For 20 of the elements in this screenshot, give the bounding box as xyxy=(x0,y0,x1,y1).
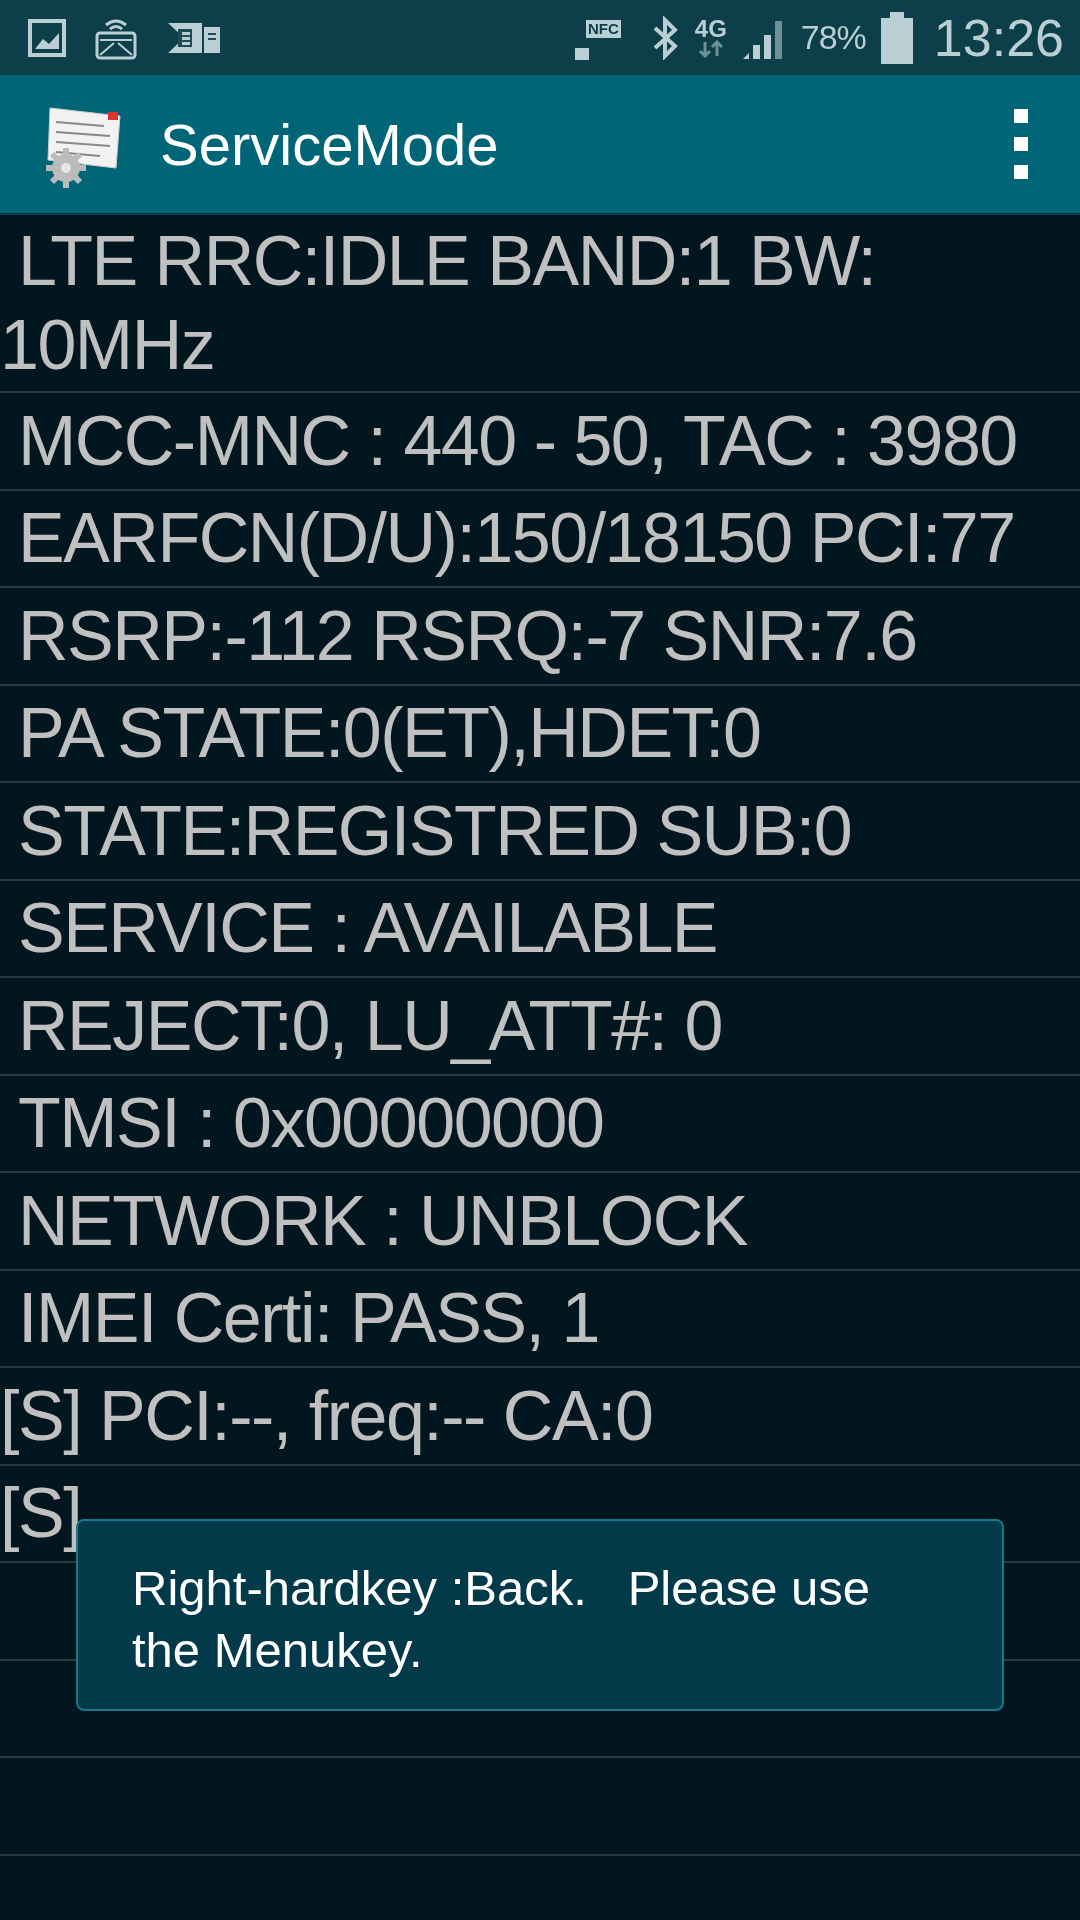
battery-percent: 78% xyxy=(800,18,866,57)
clock: 13:26 xyxy=(933,7,1064,68)
info-line: STATE:REGISTRED SUB:0 xyxy=(16,790,852,872)
picture-icon xyxy=(28,18,66,57)
info-line: IMEI Certi: PASS, 1 xyxy=(16,1278,599,1360)
info-line: RSRP:-112 RSRQ:-7 SNR:7.6 xyxy=(16,595,917,677)
menu-icon xyxy=(1014,109,1028,179)
info-line: TMSI : 0x00000000 xyxy=(16,1083,604,1165)
info-line: MCC-MNC : 440 - 50, TAC : 3980 xyxy=(16,400,1017,482)
info-line: EARFCN(D/U):150/18150 PCI:77 xyxy=(16,498,1015,580)
info-line: PA STATE:0(ET),HDET:0 xyxy=(16,693,761,775)
battery-icon xyxy=(879,11,914,64)
network-type: 4G xyxy=(694,17,727,40)
data-arrows-icon xyxy=(696,39,725,58)
app-title: ServiceMode xyxy=(160,110,500,178)
info-line: NETWORK : UNBLOCK xyxy=(16,1180,747,1262)
info-line: [S] PCI:--, freq:-- CA:0 xyxy=(0,1375,653,1457)
info-line: LTE RRC:IDLE BAND:1 BW: 10MHz xyxy=(0,221,877,386)
info-line: REJECT:0, LU_ATT#: 0 xyxy=(16,985,722,1067)
info-line: SERVICE : AVAILABLE xyxy=(16,888,718,970)
